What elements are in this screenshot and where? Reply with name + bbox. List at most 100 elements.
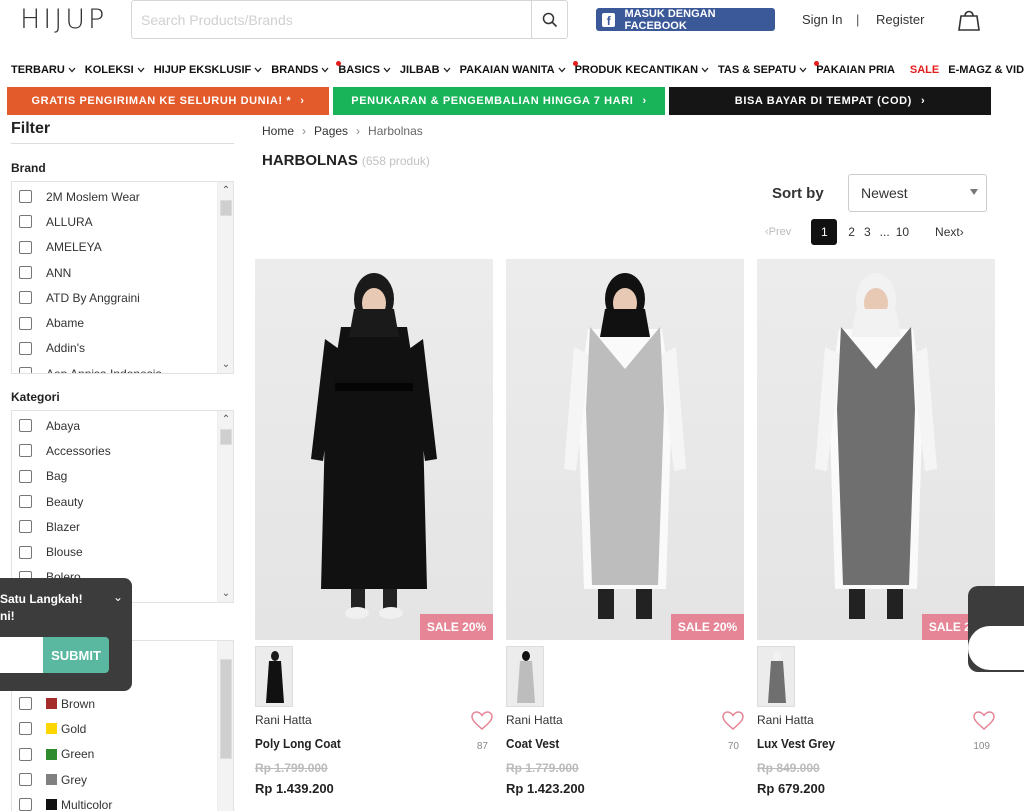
product-card[interactable]: SALE 20% Rani Hatta Coat Vest Rp 1.779.000 R…: [506, 259, 744, 796]
filter-option[interactable]: Aep Annisa Indonesia: [12, 361, 233, 373]
color-list-scrollbar[interactable]: [217, 641, 233, 811]
pagination-current-page[interactable]: 1: [811, 219, 838, 245]
checkbox[interactable]: [19, 367, 32, 373]
checkbox[interactable]: [19, 316, 32, 330]
nav-item-basics[interactable]: BASICS: [336, 61, 391, 76]
sign-in-link[interactable]: Sign In: [802, 12, 842, 27]
hijup-logo[interactable]: HIJUP: [20, 4, 107, 35]
nav-item-brands[interactable]: BRANDS: [271, 64, 329, 76]
breadcrumb-pages[interactable]: Pages: [314, 124, 348, 138]
scrollbar-thumb[interactable]: [220, 659, 232, 759]
nav-item-tas-sepatu[interactable]: TAS & SEPATU: [718, 64, 807, 76]
filter-option[interactable]: Beauty: [12, 489, 233, 514]
checkbox[interactable]: [19, 341, 32, 355]
filter-option[interactable]: AMELEYA: [12, 235, 233, 260]
product-name[interactable]: Coat Vest: [506, 736, 559, 751]
nav-item-pakaian-wanita[interactable]: PAKAIAN WANITA: [460, 64, 566, 76]
product-image[interactable]: SALE 20%: [757, 259, 995, 640]
checkbox[interactable]: [19, 291, 32, 305]
nav-item-pakaian-pria[interactable]: PAKAIAN PRIA: [814, 61, 895, 76]
register-link[interactable]: Register: [876, 12, 924, 27]
scrollbar-thumb[interactable]: [220, 429, 232, 445]
nav-item-sale[interactable]: SALE: [910, 64, 939, 76]
filter-option[interactable]: Accessories: [12, 438, 233, 463]
filter-option[interactable]: ATD By Anggraini: [12, 285, 233, 310]
checkbox[interactable]: [19, 545, 32, 559]
returns-banner[interactable]: PENUKARAN & PENGEMBALIAN HINGGA 7 HARI ›: [333, 87, 665, 115]
nav-item-terbaru[interactable]: TERBARU: [11, 64, 76, 76]
product-brand[interactable]: Rani Hatta: [506, 713, 563, 727]
scroll-down-icon[interactable]: ⌄: [218, 588, 233, 599]
kategori-list-scrollbar[interactable]: ⌃ ⌄: [217, 411, 233, 602]
checkbox[interactable]: [19, 722, 32, 736]
product-card[interactable]: SALE 20% Rani Hatta Poly Long Coat Rp 1.799…: [255, 259, 493, 796]
nav-item-jilbab[interactable]: JILBAB: [400, 64, 451, 76]
pagination-next[interactable]: Next›: [935, 225, 964, 239]
product-brand[interactable]: Rani Hatta: [255, 713, 312, 727]
product-thumbnail[interactable]: [255, 646, 293, 707]
nav-item-e-magz-video[interactable]: E-MAGZ & VIDEO: [948, 64, 1024, 76]
product-image[interactable]: SALE 20%: [255, 259, 493, 640]
product-brand[interactable]: Rani Hatta: [757, 713, 814, 727]
checkbox[interactable]: [19, 697, 32, 711]
color-option[interactable]: Multicolor: [12, 792, 233, 811]
pagination-page-3[interactable]: 3: [864, 225, 871, 239]
chat-widget[interactable]: [968, 586, 1024, 672]
checkbox[interactable]: [19, 469, 32, 483]
filter-option[interactable]: ALLURA: [12, 209, 233, 234]
scroll-down-icon[interactable]: ⌄: [218, 359, 233, 370]
checkbox[interactable]: [19, 798, 32, 811]
search-input[interactable]: [132, 1, 531, 38]
filter-option[interactable]: Abaya: [12, 413, 233, 438]
product-image[interactable]: SALE 20%: [506, 259, 744, 640]
checkbox[interactable]: [19, 747, 32, 761]
product-card[interactable]: SALE 20% Rani Hatta Lux Vest Grey Rp 849.00…: [757, 259, 995, 796]
free-shipping-banner[interactable]: GRATIS PENGIRIMAN KE SELURUH DUNIA! * ›: [7, 87, 329, 115]
brand-list-scrollbar[interactable]: ⌃ ⌄: [217, 182, 233, 373]
filter-option[interactable]: Blouse: [12, 539, 233, 564]
sort-select[interactable]: Newest: [848, 174, 987, 212]
scroll-up-icon[interactable]: ⌃: [218, 185, 233, 196]
product-thumbnail[interactable]: [506, 646, 544, 707]
scrollbar-thumb[interactable]: [220, 200, 232, 216]
breadcrumb-home[interactable]: Home: [262, 124, 294, 138]
popup-submit-button[interactable]: SUBMIT: [43, 637, 109, 673]
pagination-page-10[interactable]: 10: [896, 225, 909, 239]
product-thumbnail[interactable]: [757, 646, 795, 707]
checkbox[interactable]: [19, 266, 32, 280]
pagination-prev[interactable]: ‹Prev: [765, 226, 791, 238]
chevron-down-icon[interactable]: ⌄: [113, 590, 123, 604]
filter-option[interactable]: Abame: [12, 310, 233, 335]
checkbox[interactable]: [19, 190, 32, 204]
wishlist-heart-icon[interactable]: [471, 711, 493, 736]
shopping-bag-icon[interactable]: [958, 8, 980, 37]
checkbox[interactable]: [19, 419, 32, 433]
checkbox[interactable]: [19, 444, 32, 458]
checkbox[interactable]: [19, 773, 32, 787]
wishlist-heart-icon[interactable]: [722, 711, 744, 736]
nav-item-produk-kecantikan[interactable]: PRODUK KECANTIKAN: [572, 61, 709, 76]
nav-item-hijup-eksklusif[interactable]: HIJUP EKSKLUSIF: [154, 64, 263, 76]
checkbox[interactable]: [19, 520, 32, 534]
color-option[interactable]: Grey: [12, 767, 233, 792]
filter-option[interactable]: ANN: [12, 260, 233, 285]
search-button[interactable]: [531, 1, 567, 38]
filter-option[interactable]: Addin's: [12, 336, 233, 361]
pagination-page-2[interactable]: 2: [848, 225, 855, 239]
filter-option[interactable]: 2M Moslem Wear: [12, 184, 233, 209]
checkbox[interactable]: [19, 215, 32, 229]
product-name[interactable]: Poly Long Coat: [255, 736, 341, 751]
scroll-up-icon[interactable]: ⌃: [218, 414, 233, 425]
facebook-login-button[interactable]: f MASUK DENGAN FACEBOOK: [596, 8, 775, 32]
color-option[interactable]: Gold: [12, 716, 233, 741]
product-name[interactable]: Lux Vest Grey: [757, 736, 835, 751]
checkbox[interactable]: [19, 495, 32, 509]
nav-item-koleksi[interactable]: KOLEKSI: [85, 64, 145, 76]
filter-option[interactable]: Blazer: [12, 514, 233, 539]
wishlist-heart-icon[interactable]: [973, 711, 995, 736]
popup-email-input[interactable]: [0, 637, 43, 673]
color-option[interactable]: Brown: [12, 691, 233, 716]
chat-widget-inner[interactable]: [968, 626, 1024, 670]
color-option[interactable]: Green: [12, 742, 233, 767]
cod-banner[interactable]: BISA BAYAR DI TEMPAT (COD) ›: [669, 87, 991, 115]
